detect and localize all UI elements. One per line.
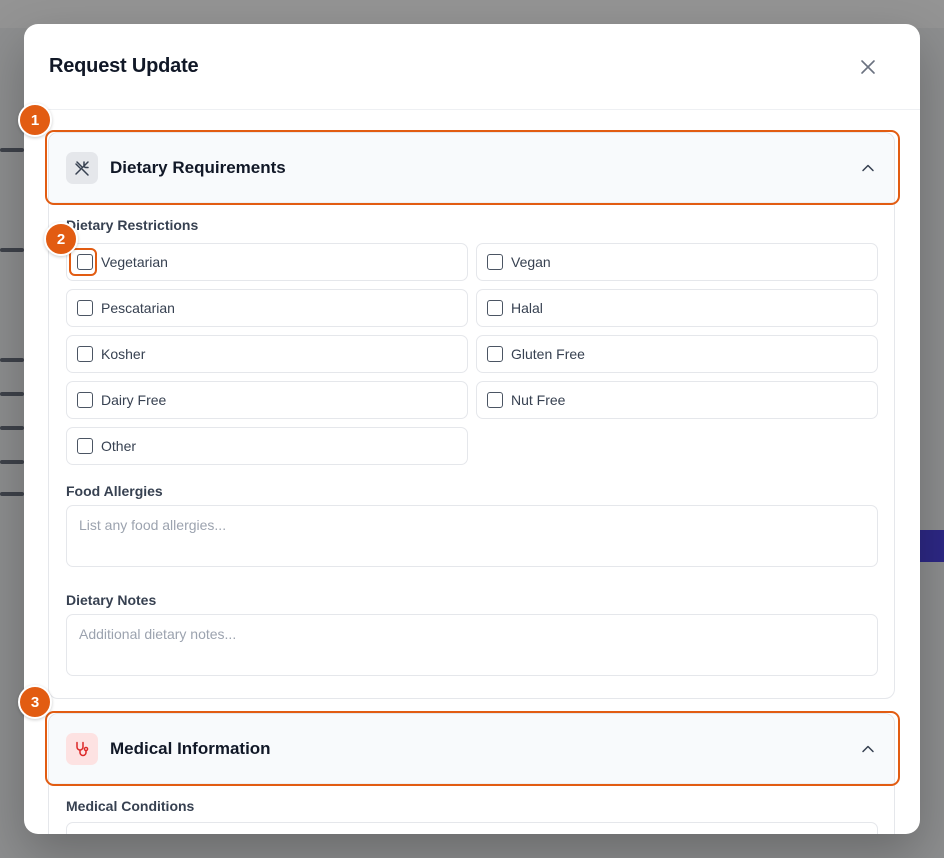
food-allergies-input[interactable]	[66, 505, 878, 567]
chevron-up-icon[interactable]	[860, 160, 876, 176]
option-label: Dairy Free	[101, 392, 167, 408]
dietary-notes-label: Dietary Notes	[66, 592, 157, 608]
option-label: Vegetarian	[101, 254, 168, 270]
kosher-checkbox[interactable]	[77, 346, 93, 362]
option-halal[interactable]: Halal	[476, 289, 878, 327]
pescatarian-checkbox[interactable]	[77, 300, 93, 316]
nut-free-checkbox[interactable]	[487, 392, 503, 408]
dairy-free-checkbox[interactable]	[77, 392, 93, 408]
halal-checkbox[interactable]	[487, 300, 503, 316]
option-gluten-free[interactable]: Gluten Free	[476, 335, 878, 373]
gluten-free-checkbox[interactable]	[487, 346, 503, 362]
modal-header: Request Update	[24, 24, 920, 110]
annotation-badge-3: 3	[18, 685, 52, 719]
option-vegan[interactable]: Vegan	[476, 243, 878, 281]
option-label: Other	[101, 438, 137, 454]
medical-conditions-input[interactable]	[66, 822, 878, 834]
medical-icon-wrap	[66, 732, 98, 765]
dietary-section: Dietary Requirements Dietary Restriction…	[48, 132, 895, 699]
option-label: Nut Free	[511, 392, 566, 408]
option-vegetarian[interactable]: Vegetarian	[66, 243, 468, 281]
option-dairy-free[interactable]: Dairy Free	[66, 381, 468, 419]
dietary-section-header[interactable]: Dietary Requirements	[49, 133, 894, 203]
medical-section-title: Medical Information	[110, 738, 271, 758]
option-label: Gluten Free	[511, 346, 585, 362]
food-allergies-label: Food Allergies	[66, 483, 163, 499]
dietary-icon-wrap	[66, 151, 98, 184]
option-label: Pescatarian	[101, 300, 175, 316]
close-icon	[861, 59, 875, 74]
annotation-badge-1: 1	[18, 103, 52, 137]
other-checkbox[interactable]	[77, 438, 93, 454]
close-button[interactable]	[856, 55, 880, 79]
option-nut-free[interactable]: Nut Free	[476, 381, 878, 419]
vegetarian-checkbox[interactable]	[77, 254, 93, 270]
option-pescatarian[interactable]: Pescatarian	[66, 289, 468, 327]
option-other[interactable]: Other	[66, 427, 468, 465]
modal-title: Request Update	[49, 55, 199, 77]
stethoscope-icon	[76, 741, 89, 756]
medical-conditions-label: Medical Conditions	[66, 798, 195, 814]
medical-section-header[interactable]: Medical Information	[49, 714, 894, 784]
annotation-badge-2: 2	[44, 222, 78, 256]
chevron-up-icon[interactable]	[860, 741, 876, 757]
option-label: Halal	[511, 300, 543, 316]
utensils-crossed-icon	[75, 160, 89, 176]
dietary-notes-input[interactable]	[66, 614, 878, 676]
dietary-section-title: Dietary Requirements	[110, 157, 286, 177]
option-kosher[interactable]: Kosher	[66, 335, 468, 373]
request-update-modal: Request Update Dietary Requirements Diet…	[24, 24, 920, 834]
dietary-restrictions-label: Dietary Restrictions	[66, 217, 199, 233]
modal-body[interactable]: Dietary Requirements Dietary Restriction…	[24, 110, 920, 834]
option-label: Kosher	[101, 346, 146, 362]
medical-section: Medical Information Medical Conditions	[48, 713, 895, 834]
vegan-checkbox[interactable]	[487, 254, 503, 270]
option-label: Vegan	[511, 254, 551, 270]
